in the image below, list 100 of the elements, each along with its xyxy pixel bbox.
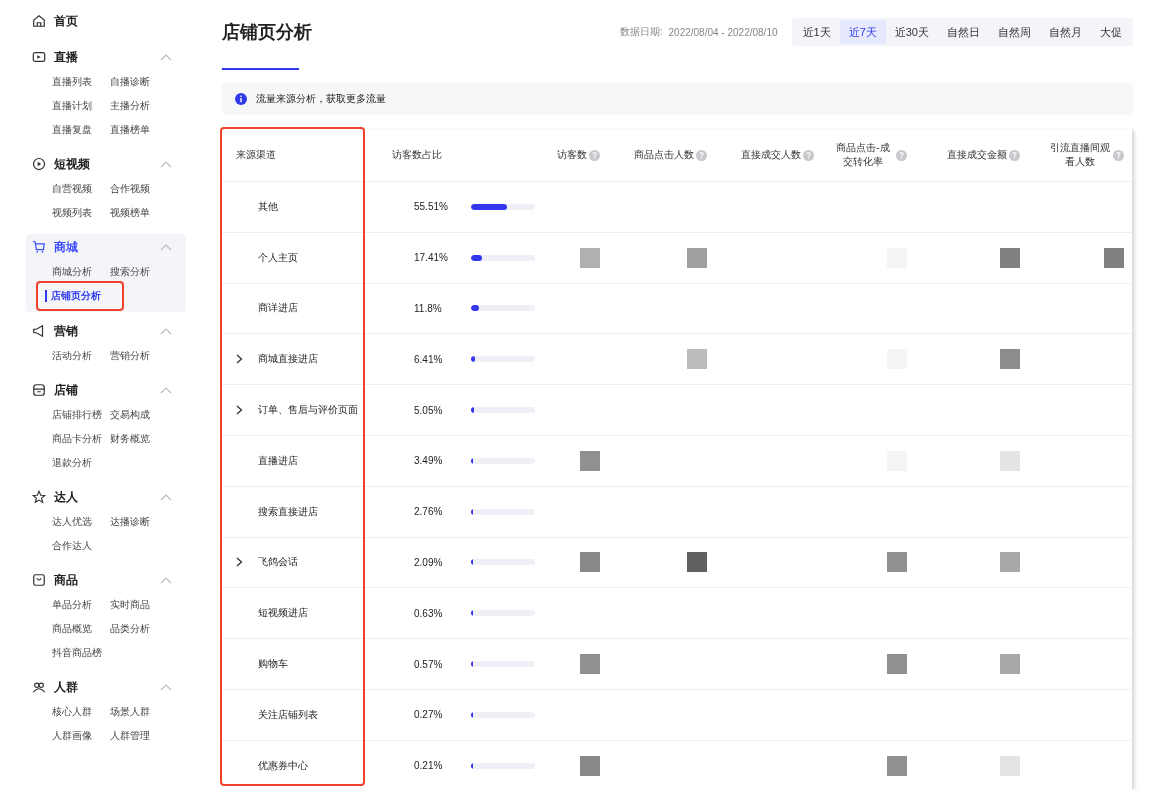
menu-item[interactable]: 搜索分析: [110, 260, 150, 284]
megaphone-icon: [32, 324, 46, 338]
table-cell: 优惠券中心: [258, 758, 308, 773]
play-circle-icon: [32, 157, 46, 171]
menu-item[interactable]: 合作达人: [52, 534, 92, 558]
menu-item[interactable]: 活动分析: [52, 344, 92, 368]
table-cell: 个人主页: [258, 250, 298, 265]
date-range: 2022/08/04 - 2022/08/10: [668, 26, 778, 38]
table-cell: 购物车: [258, 657, 288, 672]
menu-item[interactable]: 视频列表: [52, 201, 92, 225]
range-tab[interactable]: 近1天: [793, 20, 840, 44]
collapse-chevron-icon[interactable]: [160, 160, 172, 168]
help-icon[interactable]: [1009, 149, 1020, 161]
menu-item[interactable]: 直播计划: [52, 94, 92, 118]
date-label: 数据日期:: [619, 25, 663, 39]
table-cell: 直播进店: [258, 453, 298, 468]
table-cell: 搜索直接进店: [258, 504, 318, 519]
table-cell-text: 5.05%: [414, 404, 444, 416]
menu-item[interactable]: 品类分析: [110, 617, 150, 641]
column-header: 引流直播间观看人数: [1049, 141, 1111, 169]
collapse-chevron-icon[interactable]: [160, 327, 172, 335]
menu-item[interactable]: 核心人群: [52, 700, 92, 724]
table-cell-text: 2.09%: [414, 556, 444, 568]
home-menu-item[interactable]: 首页: [26, 8, 186, 34]
section-title[interactable]: 人群: [54, 678, 78, 696]
table-cell-text: 11.8%: [414, 303, 443, 314]
menu-item[interactable]: 视频榜单: [110, 201, 150, 225]
table-cell-text: 55.51%: [414, 201, 449, 213]
help-icon[interactable]: [896, 149, 907, 161]
table-cell-text: 0.21%: [414, 760, 444, 772]
collapse-chevron-icon[interactable]: [160, 576, 172, 584]
collapse-chevron-icon[interactable]: [160, 683, 172, 691]
section-title[interactable]: 店铺: [54, 381, 78, 399]
collapse-chevron-icon[interactable]: [160, 53, 172, 61]
menu-item[interactable]: 直播榜单: [110, 118, 150, 142]
menu-item[interactable]: 直播列表: [52, 70, 92, 94]
menu-item[interactable]: 达播诊断: [110, 510, 150, 534]
menu-item[interactable]: 商品概览: [52, 617, 92, 641]
section-title[interactable]: 商品: [54, 571, 78, 589]
menu-item[interactable]: 财务概览: [110, 427, 150, 451]
table-cell: 短视频进店: [258, 606, 308, 621]
range-tab[interactable]: 近30天: [885, 20, 938, 44]
menu-item[interactable]: 实时商品: [110, 593, 150, 617]
menu-item[interactable]: 自播诊断: [110, 70, 150, 94]
column-header: 直接成交人数: [741, 148, 801, 162]
menu-item[interactable]: 营销分析: [110, 344, 150, 368]
table-cell-text: 3.49%: [414, 455, 444, 467]
table-cell: 飞鸽会话: [258, 555, 298, 570]
range-tab[interactable]: 大促: [1091, 20, 1131, 44]
column-header: 直接成交金额: [947, 148, 1007, 162]
column-header: 来源渠道: [236, 148, 276, 162]
column-header: 商品点击人数: [634, 148, 694, 162]
menu-item[interactable]: 直播复盘: [52, 118, 92, 142]
star-icon: [32, 490, 46, 504]
table-cell: 其他: [258, 199, 278, 214]
table-cell-text: 0.63%: [414, 607, 444, 619]
range-tab[interactable]: 自然周: [989, 20, 1040, 44]
section-title[interactable]: 达人: [54, 488, 78, 506]
collapse-chevron-icon[interactable]: [160, 243, 172, 251]
menu-item[interactable]: 人群画像: [52, 724, 92, 748]
column-header: 访客数: [557, 148, 587, 162]
table-cell-text: 0.57%: [414, 658, 444, 670]
menu-item[interactable]: 达人优选: [52, 510, 92, 534]
column-header: 访客数占比: [392, 148, 442, 162]
help-icon[interactable]: [803, 149, 814, 161]
menu-item[interactable]: 合作视频: [110, 177, 150, 201]
people-icon: [32, 680, 46, 694]
menu-item[interactable]: 商城分析: [52, 260, 92, 284]
help-icon[interactable]: [696, 149, 707, 161]
section-title[interactable]: 直播: [54, 48, 78, 66]
section-title[interactable]: 短视频: [54, 155, 90, 173]
menu-item[interactable]: 抖音商品榜: [52, 641, 102, 665]
table-cell-text: 17.41%: [414, 252, 449, 264]
menu-item[interactable]: 人群管理: [110, 724, 150, 748]
range-tab[interactable]: 自然日: [938, 20, 989, 44]
menu-item[interactable]: 主播分析: [110, 94, 150, 118]
menu-item[interactable]: 单品分析: [52, 593, 92, 617]
collapse-chevron-icon[interactable]: [160, 493, 172, 501]
menu-item[interactable]: 退款分析: [52, 451, 92, 475]
section-title[interactable]: 商城: [54, 238, 78, 256]
help-icon[interactable]: [1113, 149, 1124, 161]
range-tab[interactable]: 自然月: [1040, 20, 1091, 44]
menu-item[interactable]: 店铺排行榜: [52, 403, 102, 427]
help-icon[interactable]: [589, 149, 600, 161]
menu-item[interactable]: 商品卡分析: [52, 427, 102, 451]
home-icon: [32, 14, 46, 28]
notice-text: 流量来源分析，获取更多流量: [256, 92, 386, 106]
menu-item[interactable]: 交易构成: [110, 403, 150, 427]
menu-item[interactable]: 店铺页分析: [45, 290, 101, 302]
menu-item[interactable]: 场景人群: [110, 700, 150, 724]
table-cell-text: 6.41%: [414, 353, 444, 365]
menu-item[interactable]: 自营视频: [52, 177, 92, 201]
table-cell: 商城直接进店: [258, 352, 318, 367]
range-tab[interactable]: 近7天: [839, 20, 886, 44]
cart-icon: [32, 240, 46, 254]
table-cell: 关注店铺列表: [258, 707, 318, 722]
section-title[interactable]: 营销: [54, 322, 78, 340]
shop-icon: [32, 383, 46, 397]
collapse-chevron-icon[interactable]: [160, 386, 172, 394]
table-cell: 商详进店: [258, 301, 298, 316]
